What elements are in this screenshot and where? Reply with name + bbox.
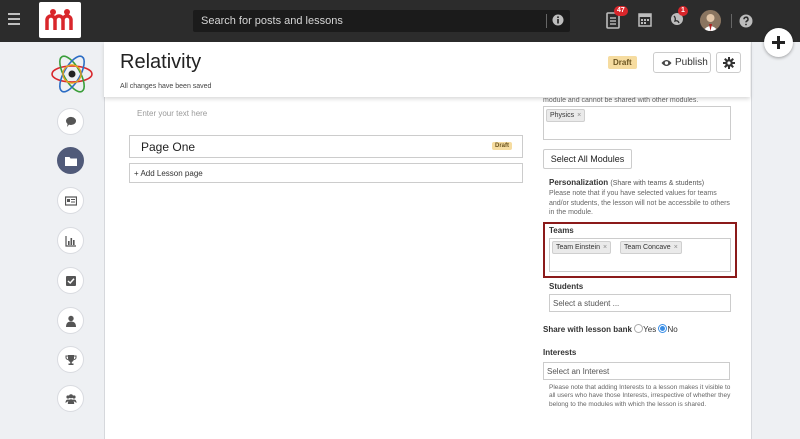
- chat-icon: [65, 116, 76, 127]
- messages-badge: 1: [678, 6, 688, 16]
- sidebar-item-profile[interactable]: [57, 307, 84, 334]
- module-tag[interactable]: Physics ×: [546, 109, 586, 122]
- publish-button[interactable]: Publish: [653, 52, 711, 73]
- team-tag[interactable]: Team Concave ×: [620, 241, 682, 254]
- bar-chart-icon: [65, 236, 76, 247]
- students-select[interactable]: Select a student ...: [549, 294, 731, 312]
- globe-icon[interactable]: 1: [670, 6, 688, 30]
- top-bar: Search for posts and lessons 47 1: [0, 0, 800, 42]
- help-icon[interactable]: [739, 14, 753, 28]
- eye-icon: [661, 60, 672, 66]
- search-bar[interactable]: Search for posts and lessons: [193, 10, 570, 32]
- interests-select[interactable]: Select an Interest: [543, 362, 730, 380]
- sidebar-item-chat[interactable]: [57, 108, 84, 135]
- info-icon[interactable]: [552, 14, 564, 26]
- personalization-heading: Personalization (Share with teams & stud…: [549, 178, 705, 187]
- share-yes-radio[interactable]: [634, 324, 644, 333]
- modules-field[interactable]: Physics ×: [543, 106, 731, 140]
- sidebar-item-groups[interactable]: [57, 385, 84, 412]
- topbar-divider: [731, 14, 732, 28]
- share-no-label: No: [667, 325, 678, 334]
- team-tag[interactable]: Team Einstein ×: [552, 241, 612, 254]
- trophy-icon: [65, 355, 77, 365]
- interests-label: Interests: [543, 348, 577, 357]
- publish-label: Publish: [675, 57, 708, 68]
- lesson-page-row[interactable]: Page One Draft: [129, 135, 523, 158]
- personalization-note: Please note that if you have selected va…: [549, 190, 730, 216]
- sidebar-item-achievements[interactable]: [57, 346, 84, 373]
- add-lesson-page-button[interactable]: + Add Lesson page: [129, 163, 523, 183]
- settings-button[interactable]: [716, 52, 741, 73]
- share-label: Share with lesson bank: [543, 325, 632, 334]
- avatar[interactable]: [700, 10, 721, 31]
- search-input[interactable]: Search for posts and lessons: [201, 15, 343, 27]
- teams-label: Teams: [549, 226, 574, 235]
- page-title: Relativity: [120, 51, 202, 73]
- status-badge: Draft: [608, 56, 637, 69]
- remove-tag-icon[interactable]: ×: [577, 112, 581, 119]
- lesson-header: Relativity All changes have been saved D…: [104, 42, 750, 97]
- folder-icon: [65, 157, 77, 166]
- interests-note: Please note that adding Interests to a l…: [549, 384, 731, 408]
- notifications-badge: 47: [614, 6, 628, 16]
- notifications-icon[interactable]: 47: [606, 6, 628, 30]
- select-all-modules-button[interactable]: Select All Modules: [543, 149, 632, 169]
- atom-logo-icon: [51, 55, 93, 93]
- newspaper-icon: [65, 196, 77, 206]
- save-status: All changes have been saved: [120, 83, 212, 90]
- students-label: Students: [549, 282, 584, 291]
- checkbox-icon: [66, 276, 76, 286]
- search-divider: [546, 14, 547, 28]
- sidebar-item-tasks[interactable]: [57, 267, 84, 294]
- remove-tag-icon[interactable]: ×: [603, 244, 607, 251]
- add-button[interactable]: [764, 28, 793, 57]
- left-sidebar: [0, 42, 104, 439]
- app-logo[interactable]: [39, 2, 81, 38]
- share-lesson-bank-row: Share with lesson bank Yes No: [543, 324, 678, 334]
- hamburger-menu-icon[interactable]: [8, 13, 20, 25]
- gear-icon: [723, 57, 735, 69]
- sidebar-item-newspaper[interactable]: [57, 187, 84, 214]
- modules-note: module and cannot be shared with other m…: [543, 97, 699, 104]
- remove-tag-icon[interactable]: ×: [674, 244, 678, 251]
- teams-field[interactable]: Team Einstein × Team Concave ×: [549, 238, 731, 272]
- add-lesson-page-label: + Add Lesson page: [134, 169, 203, 178]
- share-yes-label: Yes: [643, 325, 657, 334]
- lesson-page-title: Page One: [141, 140, 196, 154]
- sidebar-item-folder[interactable]: [57, 147, 84, 174]
- user-icon: [66, 315, 76, 327]
- group-icon: [65, 394, 77, 404]
- calendar-icon[interactable]: [638, 12, 654, 30]
- sidebar-item-reports[interactable]: [57, 227, 84, 254]
- plus-icon: [772, 36, 785, 49]
- lesson-text-editor[interactable]: Enter your text here: [137, 109, 207, 118]
- page-status-badge: Draft: [492, 142, 513, 150]
